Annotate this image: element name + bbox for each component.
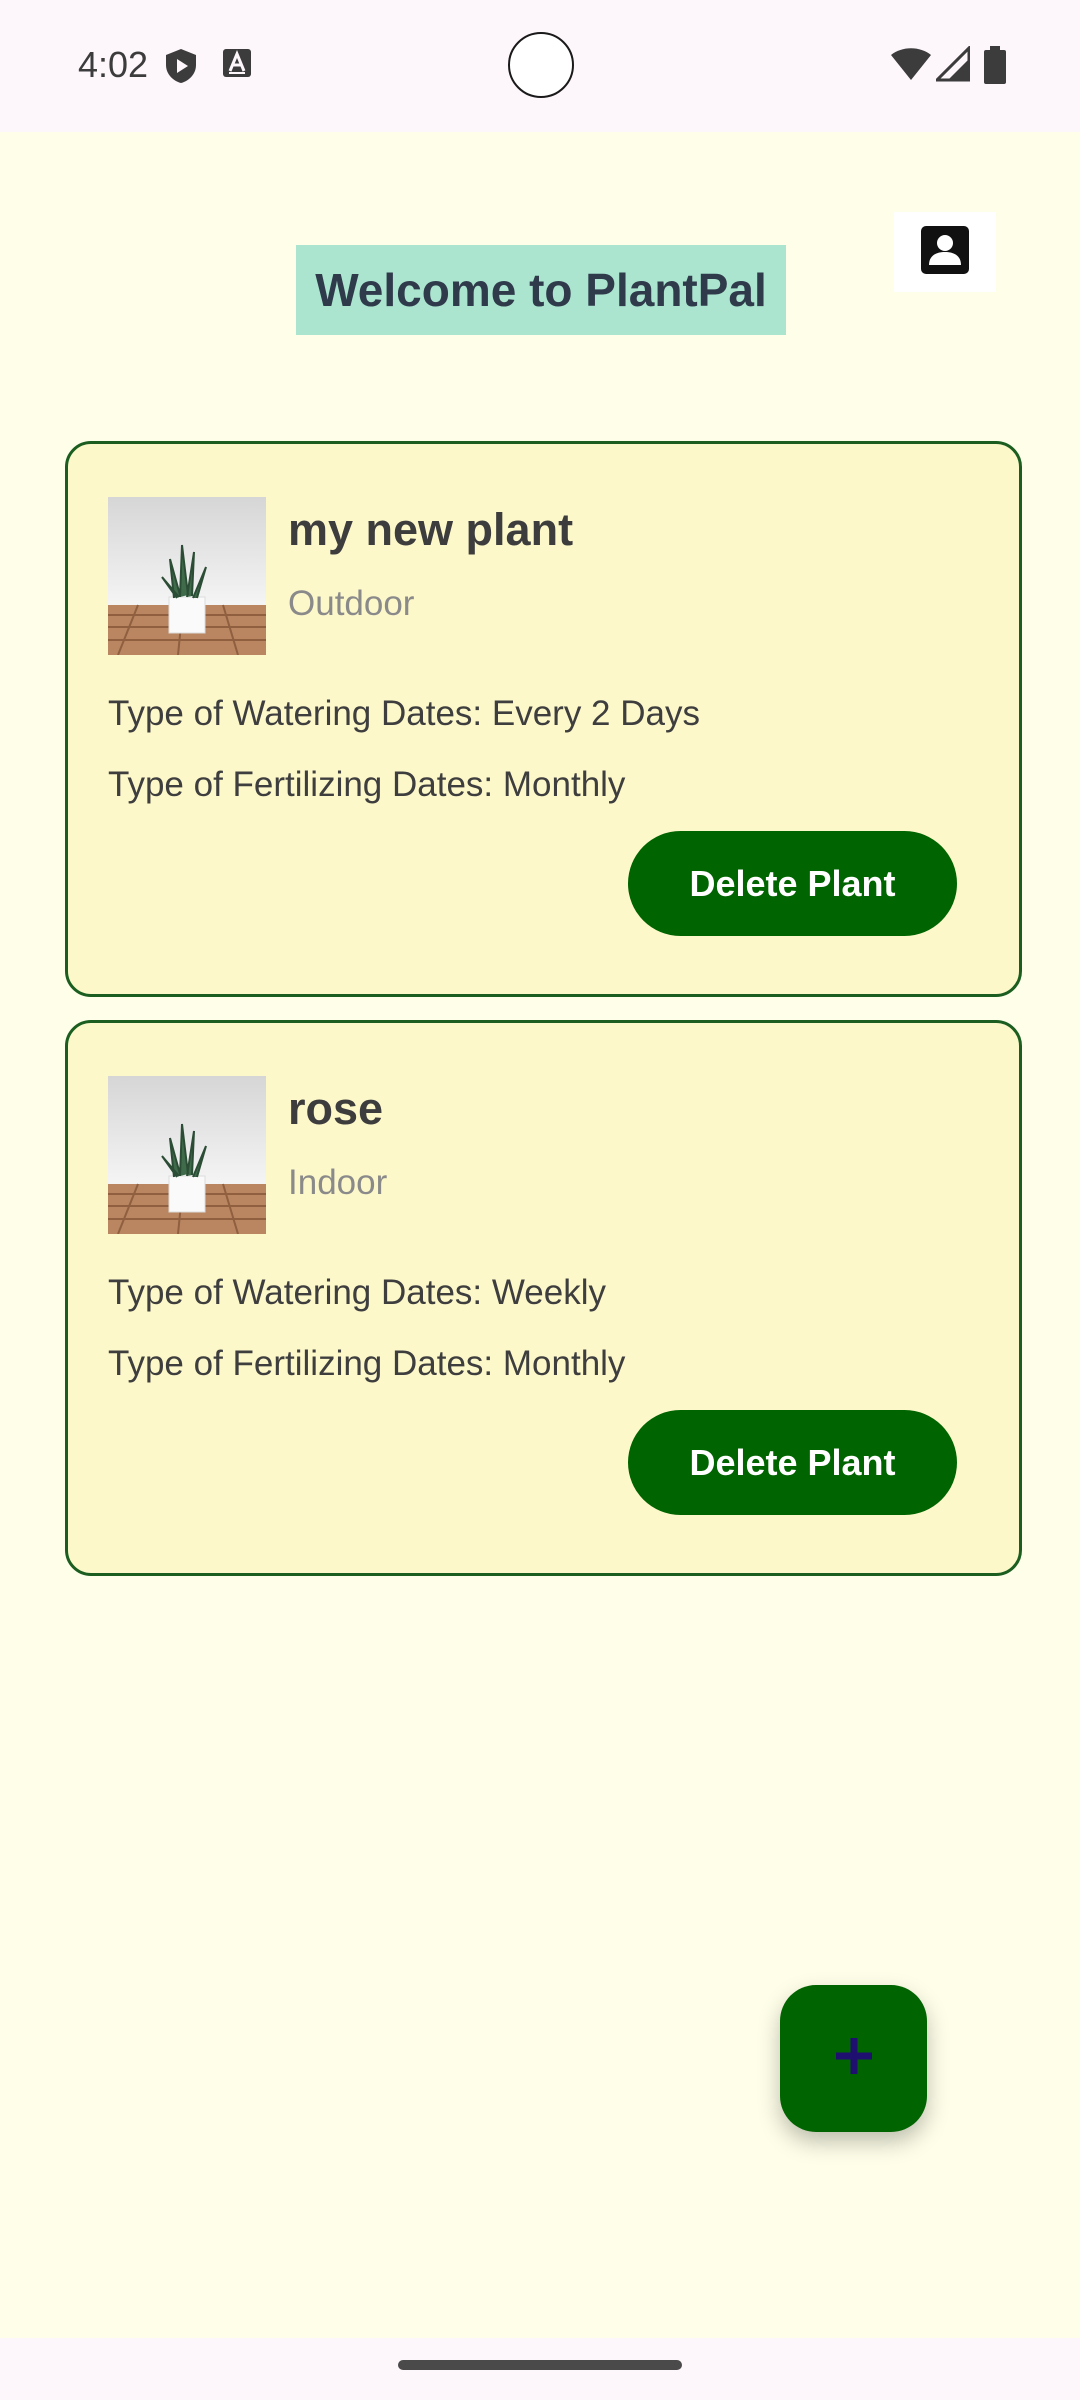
profile-button[interactable] [894, 212, 996, 292]
plant-name: my new plant [288, 504, 574, 555]
watering-schedule: Type of Watering Dates: Every 2 Days [108, 694, 700, 733]
cell-signal-icon [933, 44, 971, 87]
shield-play-icon [164, 48, 198, 84]
delete-plant-button[interactable]: Delete Plant [628, 831, 957, 936]
plus-icon [834, 2036, 874, 2081]
navigation-bar [0, 2338, 1080, 2400]
plant-card: my new plant Outdoor Type of Watering Da… [65, 441, 1022, 997]
fertilizing-schedule: Type of Fertilizing Dates: Monthly [108, 1344, 626, 1383]
app-screen: Welcome to PlantPal my new plant Outdoor… [0, 132, 1080, 2338]
add-plant-button[interactable] [780, 1985, 927, 2132]
wifi-icon [890, 46, 932, 87]
delete-plant-button[interactable]: Delete Plant [628, 1410, 957, 1515]
plant-image [108, 1076, 266, 1234]
font-a-icon [222, 48, 256, 84]
contact-card-icon [920, 225, 970, 280]
status-time: 4:02 [78, 44, 149, 85]
status-bar: 4:02 [0, 0, 1080, 132]
page-title: Welcome to PlantPal [296, 245, 786, 335]
plant-image [108, 497, 266, 655]
battery-icon [984, 46, 1006, 89]
camera-cutout [508, 32, 574, 98]
plant-location: Indoor [288, 1163, 388, 1202]
home-gesture-handle[interactable] [398, 2360, 682, 2370]
plant-name: rose [288, 1083, 384, 1134]
watering-schedule: Type of Watering Dates: Weekly [108, 1273, 606, 1312]
plant-location: Outdoor [288, 584, 415, 623]
plant-card: rose Indoor Type of Watering Dates: Week… [65, 1020, 1022, 1576]
fertilizing-schedule: Type of Fertilizing Dates: Monthly [108, 765, 626, 804]
